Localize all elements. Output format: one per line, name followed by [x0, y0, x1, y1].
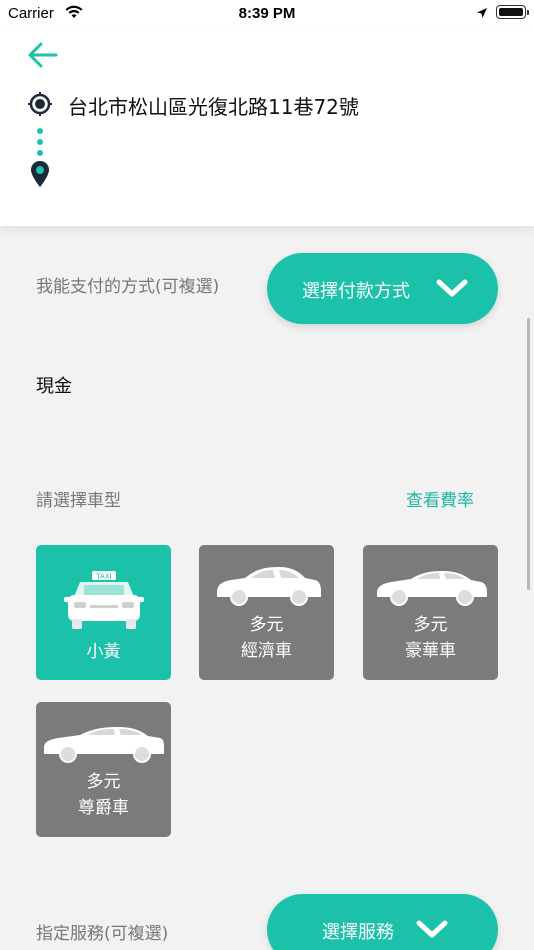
select-service-label: 選擇服務	[322, 922, 394, 943]
clock-time: 8:39 PM	[238, 5, 296, 22]
svg-text:TAXI: TAXI	[95, 573, 111, 581]
route-connector-dots	[37, 128, 43, 161]
map-pin-icon	[30, 160, 50, 192]
car-option-name-line2: 經濟車	[241, 641, 292, 661]
car-option-name-line2: 尊爵車	[78, 798, 129, 818]
car-option-premium[interactable]: 多元 尊爵車	[36, 702, 171, 837]
car-option-name-line1: 多元	[86, 772, 121, 792]
battery-icon	[496, 5, 529, 19]
car-option-economy[interactable]: 多元 經濟車	[199, 545, 334, 680]
origin-address[interactable]: 台北市松山區光復北路11巷72號	[68, 91, 359, 120]
arrow-left-icon	[28, 42, 58, 68]
route-header: 台北市松山區光復北路11巷72號	[0, 28, 534, 226]
scrollbar[interactable]	[527, 318, 530, 590]
sedan-icon	[217, 567, 321, 606]
back-button[interactable]	[26, 40, 60, 70]
premium-sedan-icon	[44, 727, 164, 763]
car-option-name: 小黃	[86, 642, 121, 662]
service-label: 指定服務(可複選)	[36, 924, 169, 944]
target-circle-icon	[28, 92, 52, 120]
car-option-taxi[interactable]: TAXI 小黃	[36, 545, 171, 680]
select-payment-button[interactable]: 選擇付款方式	[267, 253, 498, 324]
car-option-name-line1: 多元	[413, 615, 448, 635]
chevron-down-icon	[415, 918, 449, 945]
select-service-button[interactable]: 選擇服務	[267, 894, 498, 950]
status-bar: Carrier 8:39 PM	[0, 0, 534, 28]
luxury-sedan-icon	[377, 571, 487, 606]
selected-payment-method: 現金	[36, 376, 72, 397]
view-fare-link[interactable]: 查看費率	[406, 486, 474, 511]
car-option-name-line2: 豪華車	[405, 641, 456, 661]
location-arrow-icon	[476, 6, 488, 24]
car-type-label: 請選擇車型	[36, 491, 121, 511]
taxi-icon: TAXI	[64, 571, 144, 629]
chevron-down-icon	[435, 277, 469, 304]
select-payment-label: 選擇付款方式	[302, 281, 410, 302]
payment-method-label: 我能支付的方式(可複選)	[36, 277, 220, 297]
car-option-name-line1: 多元	[249, 615, 284, 635]
car-option-luxury[interactable]: 多元 豪華車	[363, 545, 498, 680]
